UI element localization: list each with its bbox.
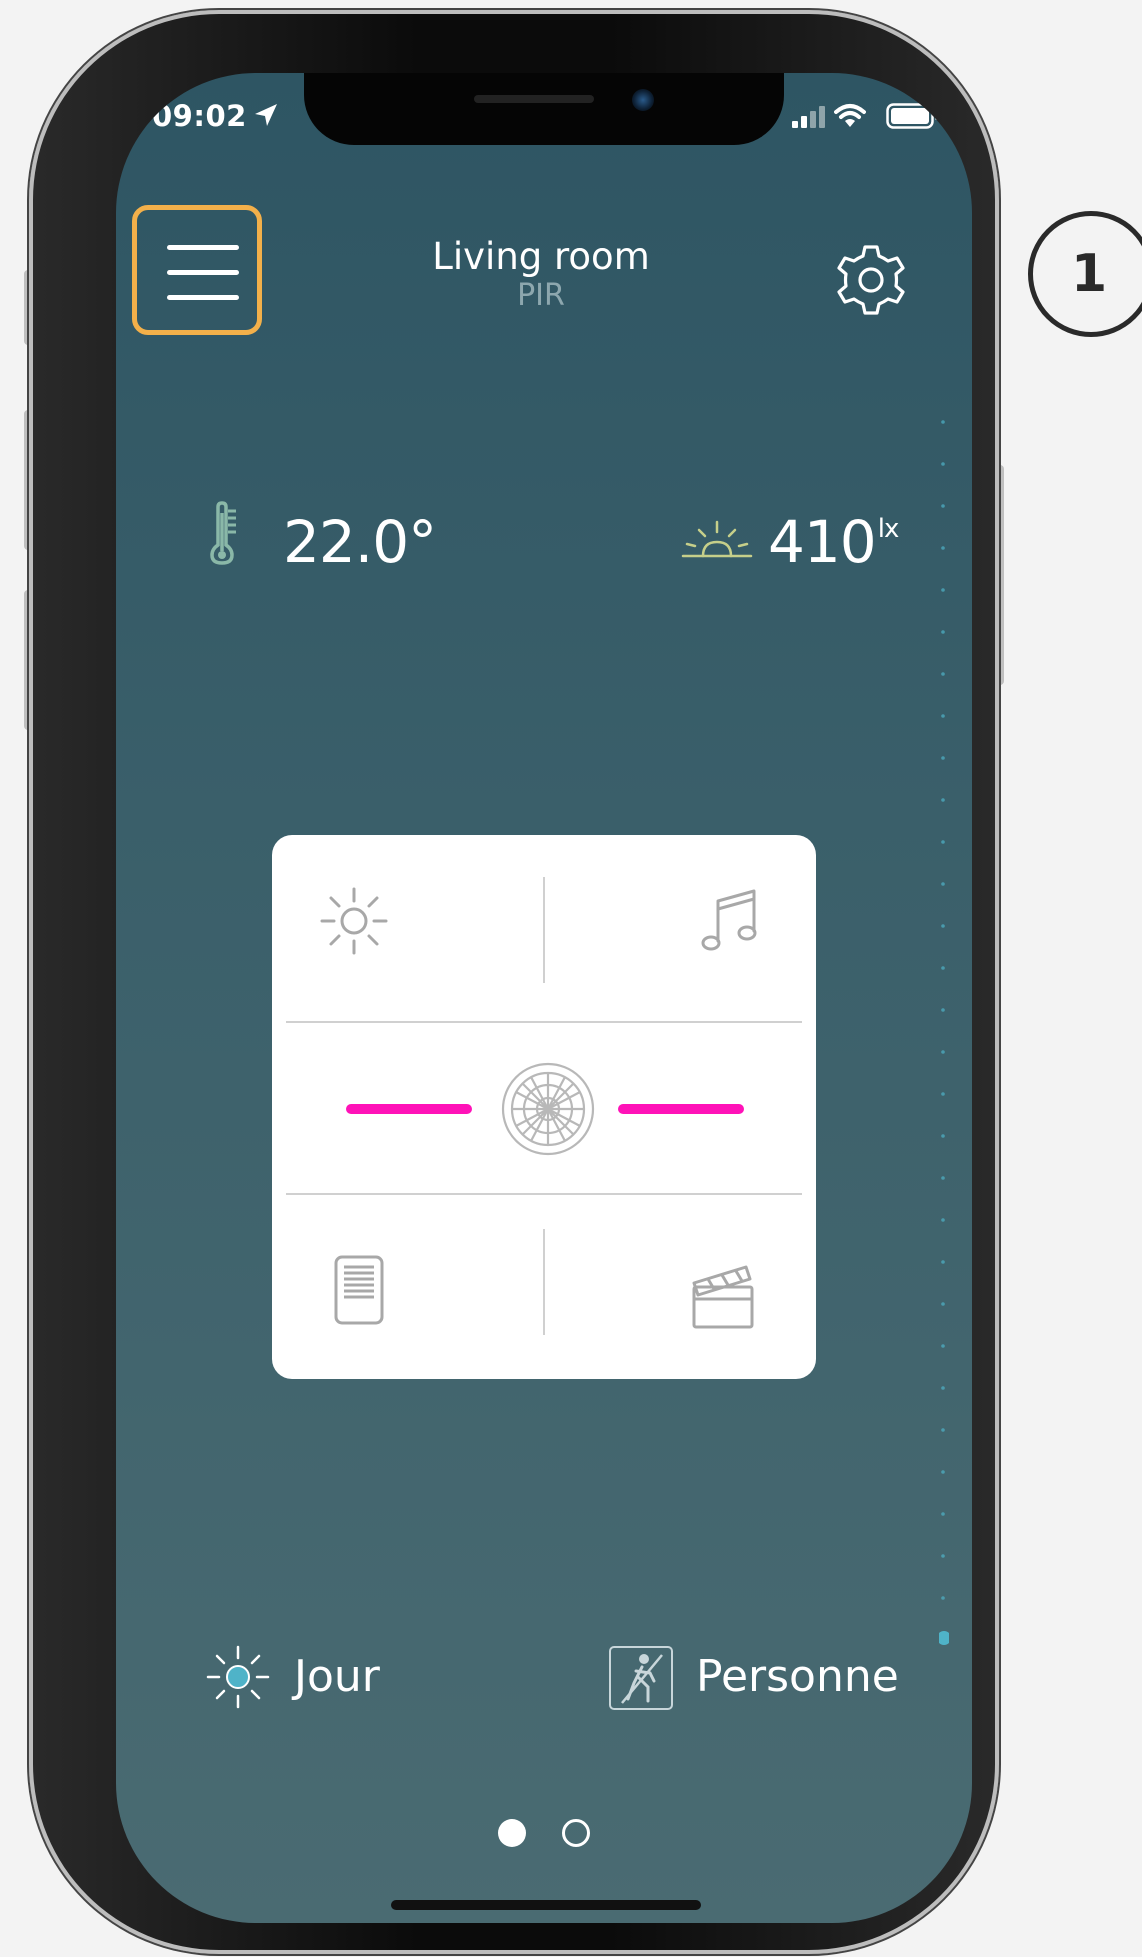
- thermometer-icon: [210, 501, 236, 565]
- home-indicator[interactable]: [391, 1900, 701, 1910]
- sun-icon[interactable]: [318, 885, 390, 957]
- menu-button[interactable]: [132, 205, 262, 335]
- room-title: Living room: [432, 235, 650, 278]
- slider-right[interactable]: [618, 1104, 744, 1114]
- lux-reading: 410lx: [768, 508, 900, 576]
- lux-unit: lx: [877, 514, 900, 544]
- fan-grille-icon[interactable]: [500, 1061, 596, 1157]
- card-divider: [543, 1229, 545, 1335]
- page-dot-inactive[interactable]: [562, 1819, 590, 1847]
- battery-icon: [886, 103, 939, 129]
- menu-icon: [167, 245, 239, 300]
- presence-label: Personne: [696, 1651, 899, 1702]
- scroll-track[interactable]: [939, 418, 949, 1648]
- temperature-value: 22.0°: [283, 508, 437, 576]
- phone-frame: 09:02 Living room PIR 22.0° 410lx Jour P…: [29, 10, 999, 1954]
- gear-icon[interactable]: [832, 241, 910, 319]
- slider-left[interactable]: [346, 1104, 472, 1114]
- presence-icon: [609, 1646, 673, 1710]
- signal-icon: [792, 106, 825, 128]
- sun-icon: [206, 1645, 270, 1709]
- location-arrow-icon: [255, 104, 277, 126]
- day-mode-label: Jour: [294, 1651, 380, 1702]
- wifi-icon: [834, 104, 866, 127]
- card-divider: [286, 1021, 802, 1023]
- status-time: 09:02: [152, 99, 247, 133]
- clapperboard-icon[interactable]: [688, 1255, 756, 1331]
- sunrise-icon: [681, 520, 753, 558]
- page-dot-active[interactable]: [498, 1819, 526, 1847]
- music-note-icon[interactable]: [692, 885, 764, 957]
- page: 09:02 Living room PIR 22.0° 410lx Jour P…: [0, 0, 1142, 1957]
- card-divider: [543, 877, 545, 983]
- card-divider: [286, 1193, 802, 1195]
- front-camera: [632, 89, 654, 111]
- phone-screen: 09:02 Living room PIR 22.0° 410lx Jour P…: [116, 73, 972, 1923]
- lux-value: 410: [768, 508, 877, 576]
- room-subtitle: PIR: [517, 278, 565, 313]
- step-badge: 1: [1028, 211, 1142, 337]
- notch: [304, 73, 784, 145]
- shutter-icon[interactable]: [332, 1253, 388, 1329]
- control-card: [272, 835, 816, 1379]
